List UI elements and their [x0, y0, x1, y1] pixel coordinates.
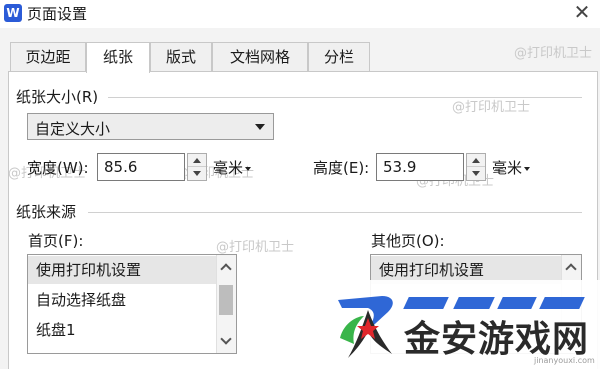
arrow-up-icon: [472, 158, 480, 163]
first-page-listbox[interactable]: 使用打印机设置 自动选择纸盘 纸盘1: [27, 254, 237, 354]
arrow-down-icon: [472, 171, 480, 176]
tab-document-grid[interactable]: 文档网格: [212, 42, 308, 72]
width-unit-label: 毫米: [213, 159, 244, 177]
paper-source-group-label: 纸张来源: [16, 203, 77, 221]
first-page-label: 首页(F):: [28, 232, 84, 250]
logo-text: 金安游戏网: [404, 318, 590, 360]
site-logo-watermark: 金安游戏网 jinanyouxi.com: [328, 280, 600, 369]
arrow-down-icon: [193, 171, 201, 176]
flame-logo-icon: [338, 296, 393, 358]
height-unit-selector[interactable]: 毫米: [492, 157, 531, 178]
width-value: 85.6: [104, 158, 138, 176]
dialog-title: 页面设置: [27, 5, 88, 23]
watermark: @打印机卫士: [216, 240, 295, 255]
logo-stripe: [453, 297, 495, 309]
width-input[interactable]: 85.6: [97, 153, 185, 181]
chevron-up-icon[interactable]: [565, 263, 577, 275]
spin-down-button[interactable]: [467, 167, 485, 180]
scrollbar[interactable]: [216, 255, 236, 353]
list-item[interactable]: 自动选择纸盘: [28, 286, 216, 314]
caret-down-icon: [245, 166, 252, 171]
tab-margins[interactable]: 页边距: [10, 42, 86, 72]
watermark: @打印机卫士: [514, 46, 593, 61]
height-input[interactable]: 53.9: [376, 153, 464, 181]
height-value: 53.9: [383, 158, 417, 176]
wps-writer-icon: W: [4, 4, 22, 22]
group-divider: [108, 97, 582, 98]
close-button[interactable]: ✕: [570, 0, 594, 26]
tab-columns[interactable]: 分栏: [308, 42, 370, 72]
height-spinner[interactable]: [466, 153, 486, 181]
spin-up-button[interactable]: [467, 154, 485, 167]
tab-layout[interactable]: 版式: [150, 42, 212, 72]
logo-stripe: [403, 297, 449, 309]
watermark: @打印机卫士: [452, 100, 531, 115]
width-unit-selector[interactable]: 毫米: [213, 157, 252, 178]
height-label: 高度(E):: [313, 159, 370, 177]
dropdown-arrow-icon: [255, 124, 265, 130]
logo-subtext: jinanyouxi.com: [534, 356, 595, 365]
scrollbar-thumb[interactable]: [219, 285, 233, 315]
arrow-up-icon: [193, 158, 201, 163]
paper-size-selected: 自定义大小: [35, 120, 111, 138]
spin-down-button[interactable]: [188, 167, 206, 180]
width-label: 宽度(W):: [27, 159, 89, 177]
paper-size-dropdown[interactable]: 自定义大小: [27, 113, 274, 140]
chevron-up-icon[interactable]: [220, 263, 232, 275]
logo-stripe: [497, 297, 537, 309]
group-divider: [88, 212, 582, 213]
caret-down-icon: [524, 166, 531, 171]
chevron-down-icon[interactable]: [220, 333, 232, 345]
list-item[interactable]: 使用打印机设置: [28, 256, 216, 284]
width-spinner[interactable]: [187, 153, 207, 181]
title-bar: W 页面设置 ✕: [0, 0, 600, 28]
tab-paper[interactable]: 纸张: [86, 42, 150, 73]
list-item[interactable]: 纸盘1: [28, 316, 216, 344]
other-pages-label: 其他页(O):: [371, 232, 445, 250]
height-unit-label: 毫米: [492, 159, 523, 177]
paper-size-group-label: 纸张大小(R): [16, 88, 99, 106]
spin-up-button[interactable]: [188, 154, 206, 167]
logo-stripe: [539, 297, 585, 309]
